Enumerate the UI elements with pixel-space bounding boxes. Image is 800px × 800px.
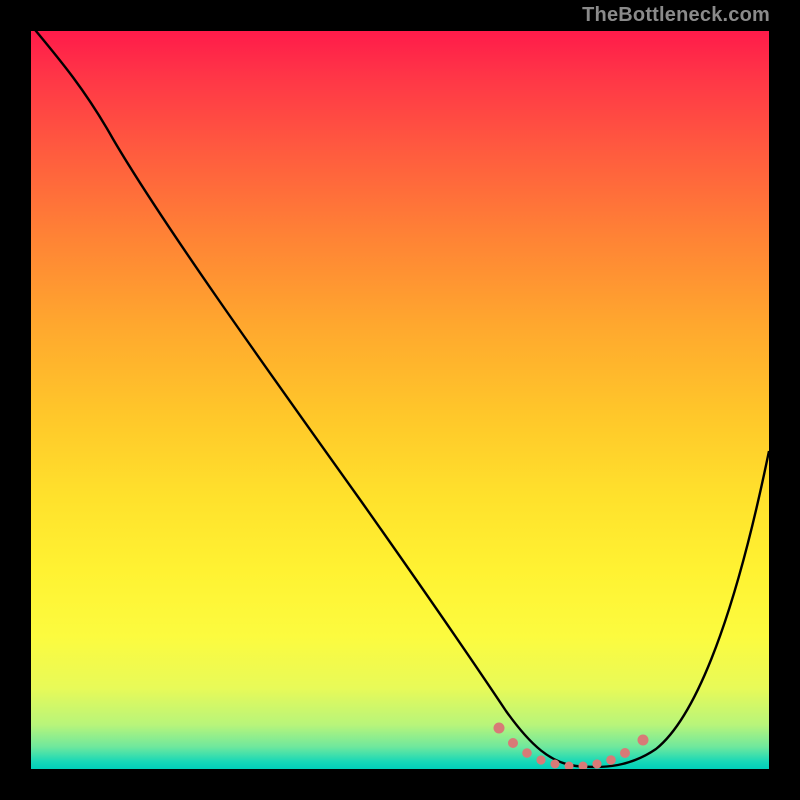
plot-background: [31, 31, 769, 769]
watermark-label: TheBottleneck.com: [582, 4, 770, 27]
chart-container: TheBottleneck.com: [0, 0, 800, 800]
